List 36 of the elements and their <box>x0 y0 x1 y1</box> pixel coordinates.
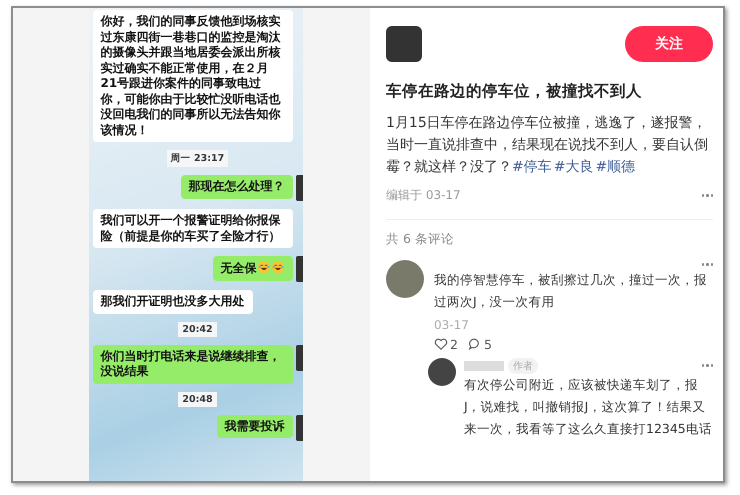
incoming-message-bubble: 那我们开证明也没多大用处 <box>92 290 252 314</box>
hashtag-link[interactable]: #顺德 <box>595 159 636 175</box>
heart-icon <box>434 337 448 351</box>
laughing-emoji-icon <box>270 260 284 274</box>
chat-timestamp: 20:48 <box>178 392 217 406</box>
post-title: 车停在路边的停车位，被撞找不到人 <box>386 81 643 102</box>
outgoing-message-bubble: 那现在怎么处理？ <box>180 175 292 198</box>
outgoing-message-bubble: 你们当时打电话来是说继续排查，没说结果 <box>92 344 292 384</box>
like-button[interactable]: 2 <box>434 336 458 352</box>
laughing-emoji-icon <box>256 260 270 274</box>
avatar-icon <box>296 344 302 370</box>
chat-timestamp: 20:42 <box>178 322 217 336</box>
edit-date: 编辑于 03-17 <box>386 187 461 204</box>
incoming-message-bubble: 我们可以开一个报警证明给你报保险（前提是你的车买了全险才行） <box>92 209 292 248</box>
avatar-icon <box>296 175 302 201</box>
incoming-message-bubble: 你好，我们的同事反馈他到场核实过东康四街一巷巷口的监控是淘汰的摄像头并跟当地居委会派出所核实过确实不能正常使用，在２月21号跟进你案件的同事致电过你，可能你由于比较忙没听电话也没回电我们的同事所以无法告知你该情况！ <box>92 10 292 142</box>
avatar-placeholder <box>428 358 456 386</box>
post-body: 1月15日车停在路边停车位被撞，逃逸了，遂报警，当时一直说排查中，结果现在说找不到人，要自认倒霉？就这样？没了？#停车#大良#顺德 <box>386 114 709 177</box>
hashtag-link[interactable]: #大良 <box>554 159 594 175</box>
follow-button[interactable]: 关注 <box>625 26 713 62</box>
outgoing-message-bubble: 我需要投诉 <box>216 414 292 438</box>
comment-text: 我的停智慧停车，被刮擦过几次，撞过一次，报过两次J，没一次有用 <box>434 270 708 310</box>
chat-timestamp: 周一 23:17 <box>166 150 228 167</box>
reply-text: 有次停公司附近，应该被快递车划了，报J，说难找，叫撤销报J，这次算了！结果又来一次，我看等了这么久直接打12345电话 <box>464 376 713 438</box>
comment-date: 03-17 <box>434 318 470 332</box>
avatar-placeholder <box>386 260 424 298</box>
comment-count: 共 6 条评论 <box>386 231 455 248</box>
outgoing-message-bubble: 无全保 <box>212 256 292 280</box>
avatar-icon <box>296 414 302 440</box>
hashtag-link[interactable]: #停车 <box>512 159 552 175</box>
author-label: 作者 <box>508 358 538 374</box>
reply-button[interactable]: 5 <box>468 336 492 352</box>
blurred-name-placeholder <box>464 360 504 370</box>
avatar-placeholder <box>386 26 422 62</box>
speech-bubble-icon <box>468 337 482 351</box>
avatar-icon <box>296 256 302 282</box>
